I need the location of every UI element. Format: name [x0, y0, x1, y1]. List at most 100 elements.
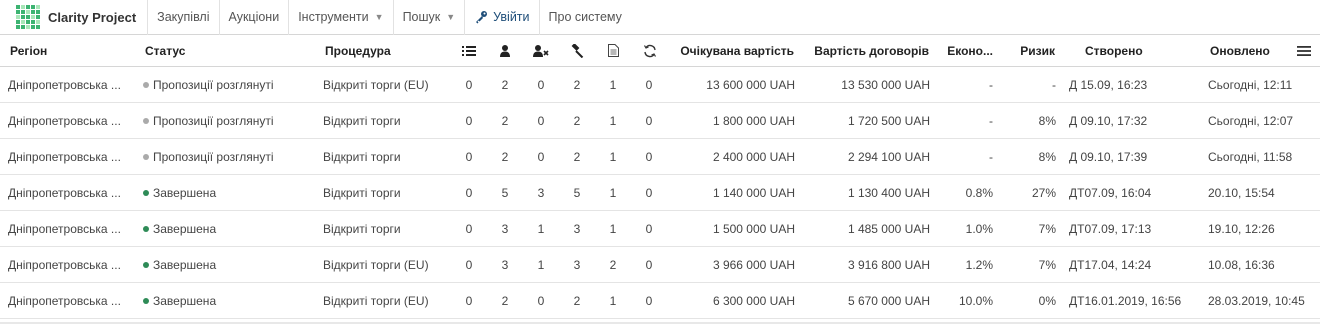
col-header-expected[interactable]: Очікувана вартість: [670, 35, 794, 66]
table-row[interactable]: Дніпропетровська ... Пропозиції розглянут…: [0, 103, 1320, 139]
key-icon: [474, 10, 488, 24]
cell-procedure: Відкриті торги: [323, 103, 443, 138]
cell-n4-text: 3: [573, 221, 581, 236]
menu-icon[interactable]: [1296, 35, 1312, 66]
cell-n3: 1: [533, 247, 549, 282]
status-dot-icon: [143, 117, 149, 124]
cell-expected-text: 2 400 000 UAH: [712, 149, 795, 164]
cell-updated: 28.03.2019, 10:45: [1208, 283, 1316, 318]
col-header-expected-label: Очікувана вартість: [680, 43, 794, 58]
table-row[interactable]: Дніпропетровська ... Завершена Відкриті то…: [0, 283, 1320, 319]
cell-n4: 3: [569, 211, 585, 246]
col-header-procedure[interactable]: Процедура: [325, 35, 425, 66]
table-row[interactable]: Дніпропетровська ... Завершена Відкриті то…: [0, 211, 1320, 247]
status-dot-icon: [143, 153, 149, 160]
cell-risk: 8%: [1000, 103, 1056, 138]
cell-risk-text: 7%: [1038, 221, 1056, 236]
cell-contracts: 1 720 500 UAH: [805, 103, 930, 138]
cell-n6: 0: [641, 211, 657, 246]
cell-created: Д 09.10, 17:39: [1069, 139, 1194, 174]
cell-n2-text: 3: [501, 221, 509, 236]
nav-login[interactable]: Увійти: [465, 0, 540, 35]
cell-economy-text: -: [989, 77, 993, 92]
cell-created-text: Д 15.09, 16:23: [1069, 77, 1148, 92]
cell-expected-text: 6 300 000 UAH: [712, 293, 795, 308]
cell-n5: 1: [605, 283, 621, 318]
cell-created-text: Д 09.10, 17:39: [1069, 149, 1148, 164]
cell-contracts-text: 5 670 000 UAH: [847, 293, 930, 308]
cell-n2-text: 5: [501, 185, 509, 200]
col-header-updated-label: Оновлено: [1210, 43, 1270, 58]
cell-risk-text: 8%: [1038, 149, 1056, 164]
user-remove-icon[interactable]: [532, 35, 550, 66]
cell-updated: 19.10, 12:26: [1208, 211, 1316, 246]
cell-n5: 1: [605, 67, 621, 102]
cell-n5-text: 2: [609, 257, 617, 272]
table-row[interactable]: Дніпропетровська ... Завершена Відкриті то…: [0, 247, 1320, 283]
cell-n5: 1: [605, 211, 621, 246]
col-header-risk[interactable]: Ризик: [1000, 35, 1055, 66]
cell-contracts: 1 130 400 UAH: [805, 175, 930, 210]
col-header-economy[interactable]: Еконо...: [935, 35, 993, 66]
nav-search-dropdown[interactable]: Пошук ▼: [394, 0, 466, 35]
col-header-region[interactable]: Регіон: [10, 35, 120, 66]
user-icon[interactable]: [497, 35, 513, 66]
cell-updated-text: Сьогодні, 12:11: [1208, 77, 1293, 92]
cell-n6: 0: [641, 67, 657, 102]
nav-about-label: Про систему: [548, 10, 622, 24]
brand-home-link[interactable]: Clarity Project: [0, 0, 149, 35]
cell-contracts-text: 1 485 000 UAH: [847, 221, 930, 236]
col-header-updated[interactable]: Оновлено: [1210, 35, 1290, 66]
nav-procurements[interactable]: Закупівлі: [148, 0, 220, 35]
table-row[interactable]: Дніпропетровська ... Завершена Відкриті то…: [0, 175, 1320, 211]
cell-n6: 0: [641, 283, 657, 318]
cell-n5: 1: [605, 139, 621, 174]
cell-created-text: ДТ07.09, 16:04: [1069, 185, 1152, 200]
cell-n2: 5: [497, 175, 513, 210]
cell-contracts: 13 530 000 UAH: [805, 67, 930, 102]
cell-n6-text: 0: [645, 77, 653, 92]
cell-n5-text: 1: [609, 185, 617, 200]
col-header-created[interactable]: Створено: [1085, 35, 1175, 66]
table-row[interactable]: Дніпропетровська ... Пропозиції розглянут…: [0, 67, 1320, 103]
status-dot-icon: [143, 225, 149, 232]
cell-n4-text: 5: [573, 185, 581, 200]
cell-n1: 0: [461, 247, 477, 282]
col-header-status[interactable]: Статус: [145, 35, 265, 66]
nav-tools-dropdown[interactable]: Інструменти ▼: [289, 0, 394, 35]
cell-n4: 2: [569, 283, 585, 318]
top-navigation-bar: Clarity Project Закупівлі Аукціони Інстр…: [0, 0, 1320, 35]
cell-economy: -: [935, 139, 993, 174]
cell-n1-text: 0: [465, 113, 473, 128]
col-header-contracts[interactable]: Вартість договорів: [805, 35, 929, 66]
cell-n3-text: 0: [537, 149, 545, 164]
cell-status-text: Пропозиції розглянуті: [153, 77, 274, 92]
table-row[interactable]: Дніпропетровська ... Пропозиції розглянут…: [0, 139, 1320, 175]
cell-n3: 0: [533, 67, 549, 102]
tenders-table: Регіон Статус Процедура Очікувана вартіс…: [0, 35, 1320, 319]
cell-procedure-text: Відкриті торги: [323, 185, 401, 200]
cell-region: Дніпропетровська ...: [8, 211, 128, 246]
list-icon[interactable]: [461, 35, 477, 66]
cell-updated-text: Сьогодні, 12:07: [1208, 113, 1294, 128]
cell-economy: 1.0%: [935, 211, 993, 246]
cell-status-text: Завершена: [153, 185, 217, 200]
gavel-icon[interactable]: [569, 35, 585, 66]
cell-n4-text: 3: [573, 257, 581, 272]
nav-about[interactable]: Про систему: [540, 0, 631, 35]
cell-contracts: 2 294 100 UAH: [805, 139, 930, 174]
cell-n2: 2: [497, 283, 513, 318]
cell-economy: -: [935, 103, 993, 138]
cell-expected: 13 600 000 UAH: [670, 67, 795, 102]
cell-n6-text: 0: [645, 113, 653, 128]
cell-n5-text: 1: [609, 149, 617, 164]
col-header-procedure-label: Процедура: [325, 43, 391, 58]
document-icon[interactable]: [606, 35, 620, 66]
cell-contracts-text: 1 130 400 UAH: [847, 185, 930, 200]
cell-expected: 1 500 000 UAH: [670, 211, 795, 246]
app-name: Clarity Project: [48, 9, 137, 25]
cell-status-text: Завершена: [153, 257, 217, 272]
refresh-icon[interactable]: [642, 35, 658, 66]
nav-procurements-label: Закупівлі: [157, 10, 210, 24]
nav-auctions[interactable]: Аукціони: [220, 0, 290, 35]
